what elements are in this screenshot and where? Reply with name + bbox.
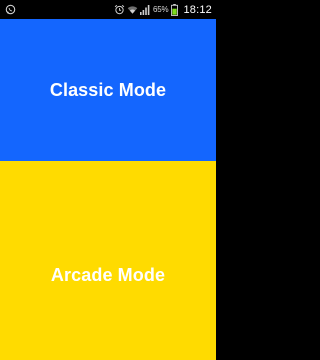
status-left: [5, 4, 16, 15]
status-right: 65% 18:12: [114, 3, 212, 16]
alarm-icon: [114, 4, 125, 15]
signal-icon: [140, 4, 150, 15]
arcade-mode-label: Arcade Mode: [50, 265, 166, 285]
battery-percent: 65%: [153, 5, 169, 14]
wifi-icon: [127, 4, 138, 15]
whatsapp-icon: [5, 4, 16, 15]
status-bar: 65% 18:12: [0, 0, 216, 19]
battery-icon: [171, 3, 179, 16]
classic-mode-label: Classic Mode: [49, 79, 167, 100]
app-screen: 65% 18:12 Classic Mode Arcade Mode: [0, 0, 216, 360]
classic-mode-button[interactable]: Classic Mode: [0, 19, 216, 161]
status-clock: 18:12: [183, 3, 212, 16]
arcade-mode-button[interactable]: Arcade Mode: [0, 161, 216, 360]
